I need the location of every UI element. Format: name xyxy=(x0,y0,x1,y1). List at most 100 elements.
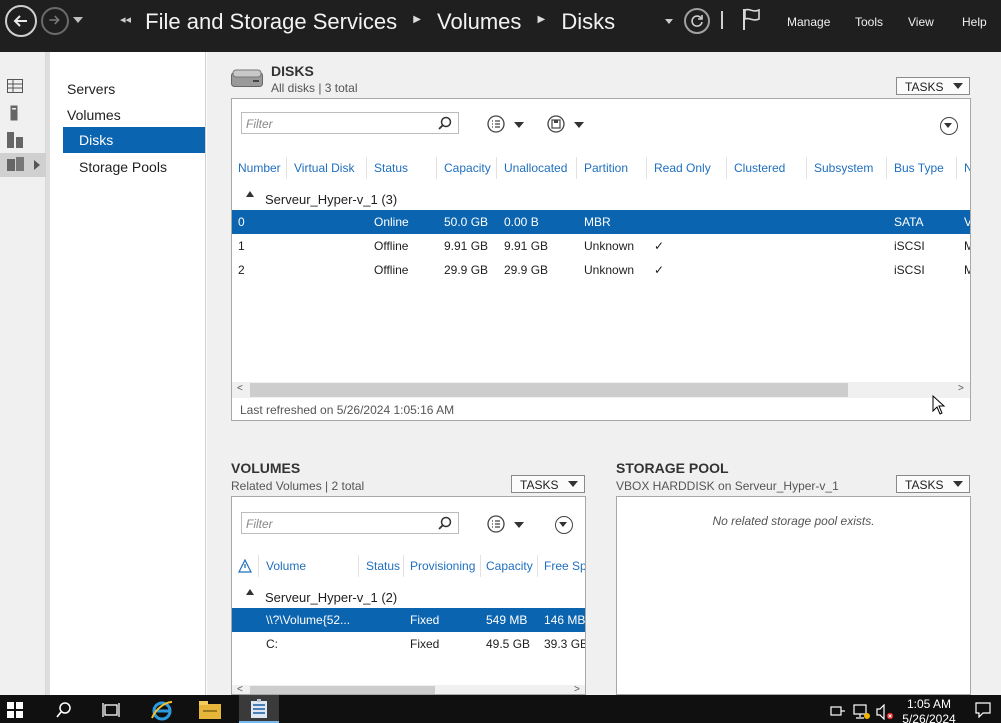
column-divider[interactable] xyxy=(726,157,727,179)
menu-help[interactable]: Help xyxy=(962,15,987,29)
view-options-button[interactable] xyxy=(487,115,527,133)
history-dropdown-icon[interactable] xyxy=(73,17,83,23)
column-header[interactable]: Volume xyxy=(266,559,306,573)
column-header[interactable]: Capacity xyxy=(444,161,491,175)
scroll-right-icon[interactable]: > xyxy=(574,684,580,694)
volumes-horizontal-scrollbar[interactable]: < > xyxy=(232,684,585,694)
column-header[interactable]: Read Only xyxy=(654,161,711,175)
disks-panel: Filter Number Virtual Disk Status Capaci… xyxy=(231,98,971,421)
disks-filter-input[interactable]: Filter xyxy=(241,112,459,134)
table-row[interactable]: 2 Offline 29.9 GB 29.9 GB Unknown ✓ iSCS… xyxy=(232,258,970,282)
breadcrumb-collapse-icon[interactable]: ◂◂ xyxy=(120,13,131,26)
expand-arrow-icon[interactable] xyxy=(34,160,40,170)
column-header[interactable]: Status xyxy=(366,559,400,573)
volumes-group-header[interactable]: Serveur_Hyper-v_1 (2) xyxy=(265,590,397,605)
warning-icon[interactable] xyxy=(238,559,252,573)
disks-horizontal-scrollbar[interactable]: < > xyxy=(232,382,970,398)
column-divider[interactable] xyxy=(436,157,437,179)
column-header[interactable]: Partition xyxy=(584,161,628,175)
nav-item-disks[interactable]: Disks xyxy=(63,127,205,153)
column-header[interactable]: Provisioning xyxy=(410,559,475,573)
search-icon[interactable] xyxy=(438,116,452,130)
volume-muted-icon[interactable] xyxy=(876,704,894,720)
internet-explorer-icon[interactable] xyxy=(150,698,174,722)
expand-panel-button[interactable] xyxy=(940,117,958,135)
empty-message: No related storage pool exists. xyxy=(712,514,875,528)
column-header[interactable]: Number xyxy=(238,161,281,175)
collapse-group-icon[interactable] xyxy=(246,191,254,197)
menu-tools[interactable]: Tools xyxy=(855,15,883,29)
column-divider[interactable] xyxy=(646,157,647,179)
table-row[interactable]: \\?\Volume{52... Fixed 549 MB 146 MB xyxy=(232,608,585,632)
expand-panel-button[interactable] xyxy=(555,516,573,534)
notifications-flag-icon[interactable] xyxy=(742,7,762,34)
column-divider[interactable] xyxy=(576,157,577,179)
network-status-icon[interactable] xyxy=(853,704,871,720)
disks-tasks-button[interactable]: TASKS xyxy=(896,77,970,95)
column-divider[interactable] xyxy=(480,555,481,577)
column-divider[interactable] xyxy=(537,555,538,577)
breadcrumb-item[interactable]: Disks xyxy=(561,9,615,35)
scroll-left-icon[interactable]: < xyxy=(237,383,243,394)
volumes-filter-input[interactable]: Filter xyxy=(241,512,459,534)
column-divider[interactable] xyxy=(403,555,404,577)
clock-time[interactable]: 1:05 AM xyxy=(904,697,954,711)
column-divider[interactable] xyxy=(886,157,887,179)
search-icon[interactable] xyxy=(56,702,72,718)
column-divider[interactable] xyxy=(806,157,807,179)
breadcrumb-item[interactable]: File and Storage Services xyxy=(145,9,397,35)
column-header[interactable]: Capacity xyxy=(486,559,533,573)
column-divider[interactable] xyxy=(496,157,497,179)
breadcrumb-dropdown-icon[interactable] xyxy=(665,19,673,24)
column-divider[interactable] xyxy=(366,157,367,179)
column-divider[interactable] xyxy=(358,555,359,577)
view-options-button[interactable] xyxy=(487,515,527,533)
column-header[interactable]: Bus Type xyxy=(894,161,944,175)
all-servers-icon[interactable] xyxy=(7,132,23,151)
save-query-button[interactable] xyxy=(547,115,587,133)
scroll-left-icon[interactable]: < xyxy=(237,684,243,694)
column-header[interactable]: Status xyxy=(374,161,408,175)
server-manager-taskbar-button[interactable] xyxy=(239,695,279,723)
clock-date[interactable]: 5/26/2024 xyxy=(902,712,956,723)
disks-group-header[interactable]: Serveur_Hyper-v_1 (3) xyxy=(265,192,397,207)
file-explorer-icon[interactable] xyxy=(199,701,221,719)
scroll-right-icon[interactable]: > xyxy=(958,383,964,394)
local-server-icon[interactable] xyxy=(10,105,18,124)
column-header[interactable]: N xyxy=(964,161,970,175)
column-divider[interactable] xyxy=(286,157,287,179)
table-row[interactable]: 1 Offline 9.91 GB 9.91 GB Unknown ✓ iSCS… xyxy=(232,234,970,258)
windows-start-icon[interactable] xyxy=(7,702,23,718)
column-header[interactable]: Unallocated xyxy=(504,161,567,175)
table-row[interactable]: 0 Online 50.0 GB 0.00 B MBR SATA V xyxy=(232,210,970,234)
column-header[interactable]: Clustered xyxy=(734,161,785,175)
action-center-icon[interactable] xyxy=(975,702,991,718)
refresh-button[interactable] xyxy=(684,8,710,34)
network-adapter-icon[interactable] xyxy=(830,705,846,717)
column-header[interactable]: Free Spa xyxy=(544,559,585,573)
collapse-group-icon[interactable] xyxy=(246,589,254,595)
volumes-tasks-button[interactable]: TASKS xyxy=(511,475,585,493)
column-header[interactable]: Subsystem xyxy=(814,161,873,175)
dashboard-icon[interactable] xyxy=(7,79,23,96)
search-icon[interactable] xyxy=(438,516,452,530)
scrollbar-thumb[interactable] xyxy=(250,383,848,397)
nav-item-storage-pools[interactable]: Storage Pools xyxy=(79,159,167,175)
column-divider[interactable] xyxy=(258,555,259,577)
nav-item-volumes[interactable]: Volumes xyxy=(67,107,121,123)
table-row[interactable]: C: Fixed 49.5 GB 39.3 GB xyxy=(232,632,585,656)
column-header[interactable]: Virtual Disk xyxy=(294,161,354,175)
nav-item-servers[interactable]: Servers xyxy=(67,81,115,97)
refresh-icon xyxy=(691,15,703,27)
task-view-icon[interactable] xyxy=(102,702,120,718)
column-divider[interactable] xyxy=(956,157,957,179)
back-button[interactable] xyxy=(5,5,37,37)
breadcrumb-item[interactable]: Volumes xyxy=(437,9,521,35)
chevron-down-icon xyxy=(953,481,963,487)
menu-view[interactable]: View xyxy=(908,15,934,29)
file-storage-services-item[interactable] xyxy=(0,153,46,177)
forward-button[interactable] xyxy=(41,7,69,35)
menu-manage[interactable]: Manage xyxy=(787,15,830,29)
storage-pool-tasks-button[interactable]: TASKS xyxy=(896,475,970,493)
scrollbar-thumb[interactable] xyxy=(250,686,435,694)
